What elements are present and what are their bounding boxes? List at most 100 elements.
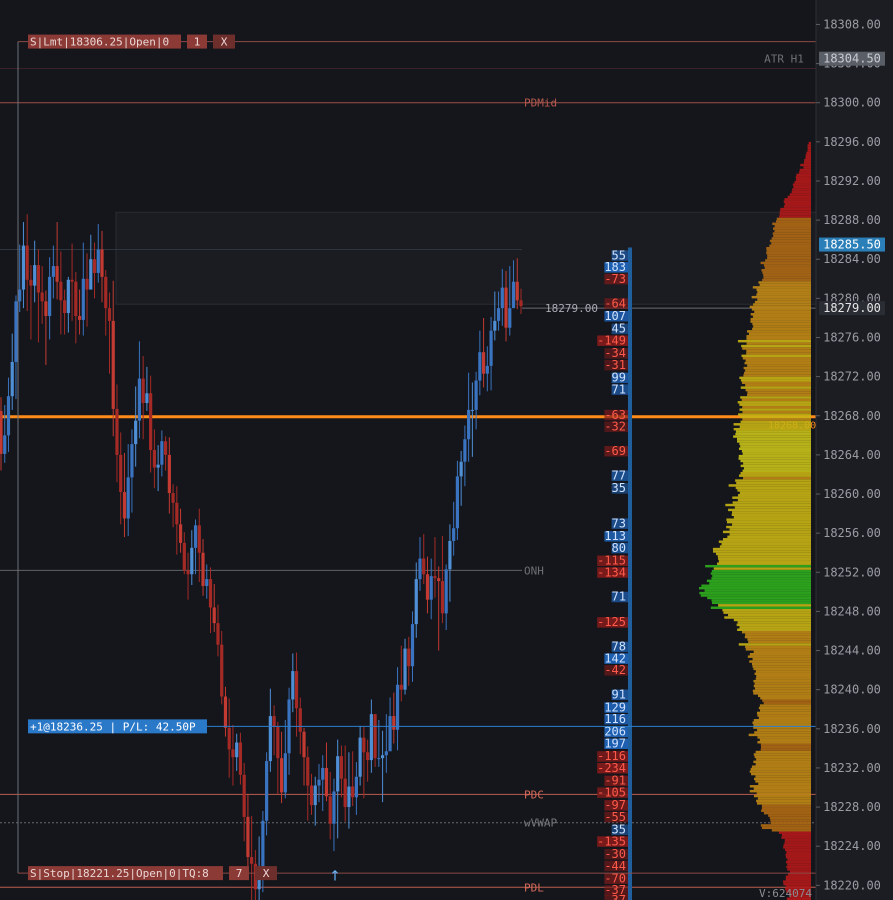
profile-bar	[732, 523, 811, 526]
profile-bar	[741, 381, 811, 384]
candle-body	[388, 716, 392, 752]
profile-bar	[743, 462, 811, 465]
profile-bar	[742, 357, 811, 360]
profile-bar	[807, 149, 811, 152]
profile-bar	[806, 151, 811, 155]
profile-bar	[752, 665, 811, 668]
profile-bar	[732, 501, 811, 504]
profile-bar	[748, 640, 811, 644]
candle-body	[77, 315, 82, 320]
profile-bar	[743, 374, 811, 377]
profile-bar	[735, 479, 811, 482]
profile-bar	[711, 599, 811, 602]
profile-bar	[749, 305, 811, 309]
profile-bar	[748, 733, 811, 737]
candle-body	[59, 281, 63, 301]
candle-body	[96, 249, 100, 273]
candle-body	[235, 742, 239, 758]
profile-bar	[728, 484, 811, 487]
profile-bar	[745, 383, 811, 387]
profile-bar	[781, 836, 811, 839]
candle-body	[478, 352, 482, 381]
profile-bar	[756, 799, 811, 803]
candlestick-chart[interactable]: PDMidONHPDCwVWAPPDL18268.0018279.00 5518…	[0, 0, 893, 900]
profile-bar	[783, 843, 811, 847]
profile-bar	[740, 464, 811, 468]
profile-bar	[745, 388, 811, 392]
profile-bar	[733, 618, 811, 622]
profile-bar	[787, 868, 811, 871]
profile-bar	[726, 518, 811, 521]
candle-body	[6, 396, 11, 436]
profile-bar	[737, 498, 811, 502]
delta-cell: 71	[612, 382, 626, 396]
trading-chart[interactable]: PDMidONHPDCwVWAPPDL18268.0018279.00 5518…	[0, 0, 893, 900]
profile-bar	[741, 630, 811, 634]
level-label-pdc: PDC	[524, 788, 544, 801]
candle-body	[14, 301, 18, 362]
profile-bar	[737, 437, 811, 441]
profile-bar	[762, 278, 811, 282]
delta-cell: 71	[612, 590, 626, 604]
profile-bar	[741, 344, 811, 348]
profile-bar	[753, 650, 811, 653]
profile-bar	[784, 838, 811, 842]
profile-bar	[754, 755, 811, 759]
profile-bar	[739, 474, 811, 477]
profile-bar	[721, 542, 811, 546]
profile-bar	[752, 286, 811, 289]
candle-body	[66, 279, 70, 314]
candle-body	[508, 308, 512, 328]
candle-body	[366, 752, 370, 761]
profile-bar	[795, 176, 811, 179]
profile-bar	[746, 335, 811, 338]
profile-bar	[746, 349, 811, 353]
profile-bar	[771, 829, 811, 832]
profile-bar	[753, 794, 811, 798]
candle-body	[407, 648, 411, 667]
profile-bar	[757, 736, 811, 739]
candle-body	[137, 378, 142, 421]
profile-bar	[736, 623, 811, 627]
profile-bar	[760, 748, 811, 751]
profile-bar	[766, 247, 811, 250]
candle-body	[493, 320, 497, 331]
candle-body	[104, 276, 108, 309]
profile-bar	[738, 413, 811, 416]
up-arrow-icon: ↑	[329, 868, 341, 884]
candle-body	[242, 774, 246, 817]
profile-bar	[722, 608, 811, 612]
candle-body	[272, 716, 276, 727]
profile-bar	[803, 166, 811, 169]
profile-bar	[805, 154, 811, 157]
profile-bar	[769, 816, 811, 820]
profile-bar	[740, 420, 811, 424]
profile-bar	[751, 662, 811, 666]
candle-body	[107, 308, 112, 321]
profile-bar	[783, 205, 811, 208]
profile-bar	[718, 604, 811, 607]
profile-bar	[765, 259, 811, 262]
profile-bar	[733, 516, 811, 519]
profile-bar	[754, 672, 811, 675]
profile-bar	[737, 440, 811, 443]
candle-body	[231, 749, 235, 758]
profile-bar	[732, 511, 811, 514]
profile-bar	[755, 780, 811, 783]
candle-body	[220, 644, 224, 697]
profile-bar	[805, 156, 811, 159]
candle-body	[122, 492, 127, 519]
profile-bar	[740, 415, 811, 419]
candle-body	[444, 569, 448, 614]
profile-bar	[763, 264, 811, 267]
profile-bar	[752, 657, 811, 661]
profile-bar	[755, 775, 811, 778]
candle-body	[358, 737, 362, 777]
candle-body	[3, 435, 7, 454]
price-tag: 18304.50	[823, 52, 881, 66]
profile-bar	[729, 528, 811, 531]
candle-body	[298, 708, 302, 732]
profile-bar	[753, 303, 811, 306]
profile-bar	[742, 469, 811, 473]
axis-tick-label: 18300.00	[823, 96, 881, 110]
